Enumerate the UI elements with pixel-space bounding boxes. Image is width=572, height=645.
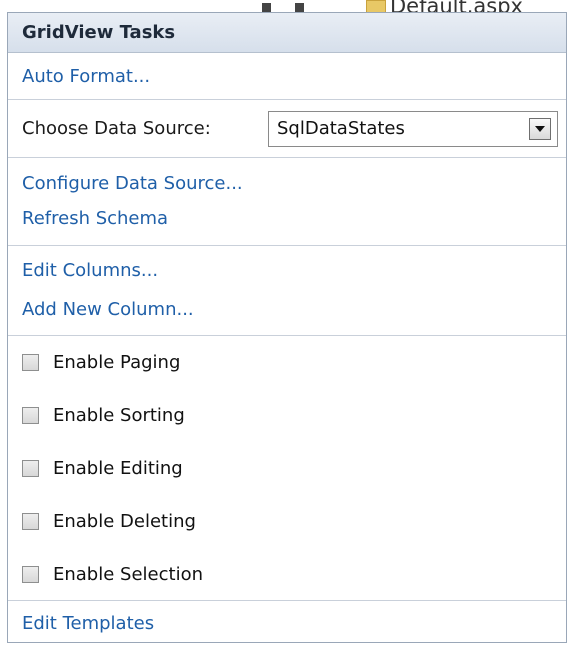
dropdown-button[interactable] xyxy=(529,117,551,140)
enable-deleting-label[interactable]: Enable Deleting xyxy=(53,511,196,532)
gridview-tasks-panel: GridView Tasks Auto Format... Choose Dat… xyxy=(7,12,567,643)
enable-sorting-checkbox[interactable] xyxy=(22,407,39,424)
tree-node-icon xyxy=(262,2,271,12)
refresh-schema-row: Refresh Schema xyxy=(8,208,566,246)
auto-format-row: Auto Format... xyxy=(8,53,566,100)
refresh-schema-link[interactable]: Refresh Schema xyxy=(22,208,168,229)
enable-paging-checkbox[interactable] xyxy=(22,354,39,371)
enable-deleting-row: Enable Deleting xyxy=(8,495,566,548)
edit-columns-link[interactable]: Edit Columns... xyxy=(22,260,158,281)
add-new-column-link[interactable]: Add New Column... xyxy=(22,299,194,320)
auto-format-link[interactable]: Auto Format... xyxy=(22,66,150,87)
enable-editing-label[interactable]: Enable Editing xyxy=(53,458,183,479)
enable-deleting-checkbox[interactable] xyxy=(22,513,39,530)
edit-columns-row: Edit Columns... xyxy=(8,246,566,294)
enable-selection-checkbox[interactable] xyxy=(22,565,39,583)
tree-node-icon xyxy=(295,2,304,12)
enable-editing-row: Enable Editing xyxy=(8,442,566,495)
add-new-column-row: Add New Column... xyxy=(8,294,566,336)
data-source-select[interactable]: SqlDataStates xyxy=(268,110,558,147)
edit-templates-row: Edit Templates xyxy=(8,601,566,645)
enable-paging-label[interactable]: Enable Paging xyxy=(53,352,180,373)
data-source-value: SqlDataStates xyxy=(277,118,405,139)
enable-selection-label[interactable]: Enable Selection xyxy=(53,564,203,585)
edit-templates-link[interactable]: Edit Templates xyxy=(22,613,154,634)
enable-sorting-row: Enable Sorting xyxy=(8,389,566,442)
enable-editing-checkbox[interactable] xyxy=(22,460,39,477)
choose-data-source-row: Choose Data Source: SqlDataStates xyxy=(8,100,566,158)
chevron-down-icon xyxy=(535,125,545,132)
enable-sorting-label[interactable]: Enable Sorting xyxy=(53,405,185,426)
enable-paging-row: Enable Paging xyxy=(8,336,566,389)
enable-selection-row: Enable Selection xyxy=(8,548,566,601)
choose-data-source-label: Choose Data Source: xyxy=(22,118,211,139)
panel-title: GridView Tasks xyxy=(8,13,566,53)
configure-data-source-row: Configure Data Source... xyxy=(8,158,566,208)
configure-data-source-link[interactable]: Configure Data Source... xyxy=(22,173,243,194)
